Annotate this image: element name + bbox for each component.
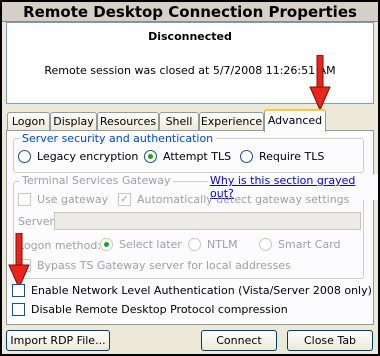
checkbox-icon: [18, 193, 31, 206]
checkbox-label: Disable Remote Desktop Protocol compress…: [31, 303, 288, 316]
tab-shell[interactable]: Shell: [159, 112, 199, 131]
checkbox-icon: [12, 303, 25, 316]
radio-label: Attempt TLS: [163, 150, 232, 163]
radio-icon: [18, 150, 31, 163]
connect-button[interactable]: Connect: [201, 330, 277, 351]
radio-icon: [100, 238, 113, 251]
tab-advanced[interactable]: Advanced: [264, 109, 326, 132]
status-title: Disconnected: [148, 30, 232, 43]
radio-icon: [188, 238, 201, 251]
radio-label: Require TLS: [259, 150, 325, 163]
tab-strip: Logon Display Resources Shell Experience…: [6, 109, 374, 132]
disable-compression-checkbox[interactable]: Disable Remote Desktop Protocol compress…: [12, 303, 288, 316]
nla-checkbox[interactable]: Enable Network Level Authentication (Vis…: [12, 284, 372, 297]
tab-resources[interactable]: Resources: [97, 112, 159, 131]
checkbox-icon: ✓: [118, 193, 131, 206]
server-label: Server:: [18, 215, 58, 228]
radio-icon: [240, 150, 253, 163]
radio-require-tls[interactable]: Require TLS: [240, 150, 324, 163]
auto-detect-checkbox[interactable]: ✓ Automatically detect gateway settings: [118, 193, 349, 206]
checkbox-label: Enable Network Level Authentication (Vis…: [31, 284, 372, 297]
gateway-group-label: Terminal Services Gateway: [19, 174, 174, 187]
checkbox-icon: [12, 284, 25, 297]
tab-experience[interactable]: Experience: [199, 112, 264, 131]
radio-legacy-encryption[interactable]: Legacy encryption: [18, 150, 138, 163]
properties-window: Remote Desktop Connection Properties Dis…: [0, 0, 380, 356]
radio-icon: [259, 238, 272, 251]
tab-logon[interactable]: Logon: [7, 112, 50, 131]
radio-smart-card[interactable]: Smart Card: [259, 238, 341, 251]
radio-label: Smart Card: [278, 238, 341, 251]
radio-ntlm[interactable]: NTLM: [188, 238, 238, 251]
window-title: Remote Desktop Connection Properties: [2, 2, 378, 22]
radio-select-later[interactable]: Select later: [100, 238, 182, 251]
radio-label: Select later: [119, 238, 182, 251]
tab-display[interactable]: Display: [50, 112, 97, 131]
red-arrow-icon: [8, 233, 30, 289]
checkbox-label: Automatically detect gateway settings: [137, 193, 350, 206]
red-arrow-icon: [309, 55, 331, 111]
radio-icon: [144, 150, 157, 163]
bypass-gateway-checkbox[interactable]: Bypass TS Gateway server for local addre…: [18, 259, 291, 272]
import-rdp-button[interactable]: Import RDP File...: [6, 330, 110, 351]
radio-label: NTLM: [207, 238, 238, 251]
checkbox-label: Use gateway: [37, 193, 109, 206]
server-input[interactable]: [54, 212, 361, 230]
logon-method-label: Logon method:: [18, 239, 102, 252]
radio-attempt-tls[interactable]: Attempt TLS: [144, 150, 231, 163]
security-group-label: Server security and authentication: [19, 132, 217, 145]
close-tab-button[interactable]: Close Tab: [287, 330, 373, 351]
radio-label: Legacy encryption: [37, 150, 139, 163]
checkbox-label: Bypass TS Gateway server for local addre…: [37, 259, 291, 272]
use-gateway-checkbox[interactable]: Use gateway: [18, 193, 108, 206]
